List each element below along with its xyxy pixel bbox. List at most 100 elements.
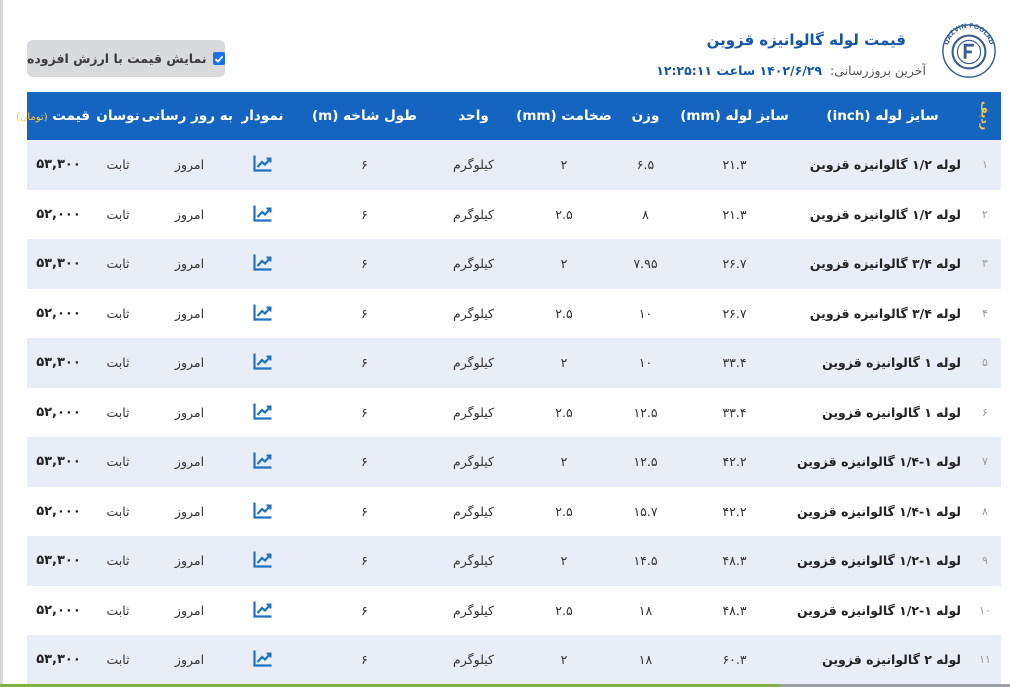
fluctuation-cell: ثابت [106, 652, 130, 668]
weight-cell: ۱۲.۵ [633, 404, 658, 420]
last-update-label: آخرین بروزرسانی: [830, 63, 926, 78]
price-cell: ۵۲,۰۰۰ [36, 206, 81, 222]
chart-line-up-icon[interactable] [252, 550, 273, 568]
row-number-cell: ۶ [982, 405, 988, 419]
updated-cell: امروز [174, 454, 205, 470]
thickness-cell: ۲ [560, 553, 568, 569]
weight-cell: ۸ [642, 206, 649, 222]
table-row: ۸ لوله ۱-۱/۴ گالوانیزه قزوین ۴۲.۲ ۱۵.۷ ۲.۵ کی… [27, 486, 1001, 537]
chart-button-cell[interactable] [233, 635, 292, 685]
chart-button-cell[interactable] [233, 289, 292, 339]
table-header-row: ردیف سایز لوله (inch) سایز لوله (mm) وزن… [16, 92, 1001, 140]
weight-cell: ۱۰ [638, 355, 653, 371]
chart-button-cell[interactable] [233, 239, 292, 289]
chart-button-cell[interactable] [233, 140, 292, 190]
size-mm-cell: ۳۳.۴ [722, 404, 747, 420]
length-cell: ۶ [361, 553, 368, 569]
price-cell: ۵۳,۳۰۰ [36, 553, 81, 569]
last-update-value: ۱۴۰۲/۶/۲۹ ساعت ۱۲:۲۵:۱۱ [656, 63, 823, 78]
chart-line-up-icon[interactable] [252, 253, 273, 271]
size-mm-cell: ۴۲.۲ [722, 454, 747, 470]
row-number-cell: ۸ [982, 504, 988, 518]
thickness-cell: ۲ [560, 256, 568, 272]
chart-line-up-icon[interactable] [252, 204, 273, 222]
chart-line-up-icon[interactable] [252, 451, 273, 469]
chart-button-cell[interactable] [233, 536, 292, 586]
table-row: ۱۱ لوله ۲ گالوانیزه قزوین ۶۰.۳ ۱۸ ۲ کیلوگرم ۶ ا… [27, 635, 1001, 685]
chart-line-up-icon[interactable] [252, 501, 273, 519]
length-cell: ۶ [361, 454, 368, 470]
unit-cell: کیلوگرم [453, 404, 494, 420]
chart-button-cell[interactable] [233, 586, 292, 636]
chart-line-up-icon[interactable] [252, 402, 273, 420]
row-number-cell: ۳ [982, 257, 988, 271]
fluctuation-cell: ثابت [106, 553, 130, 569]
updated-cell: امروز [174, 553, 205, 569]
vat-toggle-label: نمایش قیمت با ارزش افزوده [27, 51, 207, 66]
unit-cell: کیلوگرم [453, 454, 494, 470]
product-name-cell: لوله ۱/۲ گالوانیزه قزوین [809, 157, 961, 173]
chart-button-cell[interactable] [233, 388, 292, 438]
header-size-inch: سایز لوله (inch) [826, 108, 939, 124]
length-cell: ۶ [361, 256, 368, 272]
row-number-cell: ۵ [982, 356, 988, 370]
updated-cell: امروز [174, 503, 205, 519]
updated-cell: امروز [174, 602, 205, 618]
header-length: طول شاخه (m) [312, 108, 417, 124]
chart-line-up-icon[interactable] [252, 600, 273, 618]
fluctuation-cell: ثابت [106, 503, 130, 519]
price-table: ردیف سایز لوله (inch) سایز لوله (mm) وزن… [16, 92, 1001, 685]
header-price-label: قیمت [52, 108, 90, 124]
row-number-cell: ۱ [982, 158, 988, 172]
chart-line-up-icon[interactable] [252, 649, 273, 667]
table-row: ۷ لوله ۱-۱/۴ گالوانیزه قزوین ۴۲.۲ ۱۲.۵ ۲ کیلو… [27, 437, 1001, 487]
table-row: ۶ لوله ۱ گالوانیزه قزوین ۳۳.۴ ۱۲.۵ ۲.۵ کیلوگر… [27, 387, 1001, 438]
thickness-cell: ۲.۵ [555, 602, 573, 618]
thickness-cell: ۲.۵ [555, 404, 573, 420]
fluctuation-cell: ثابت [106, 305, 130, 321]
weight-cell: ۱۸ [638, 602, 653, 618]
product-name-cell: لوله ۲ گالوانیزه قزوین [822, 652, 961, 668]
thickness-cell: ۲.۵ [555, 503, 573, 519]
table-row: ۴ لوله ۳/۴ گالوانیزه قزوین ۲۶.۷ ۱۰ ۲.۵ کیلوگر… [27, 288, 1001, 339]
product-name-cell: لوله ۳/۴ گالوانیزه قزوین [809, 256, 961, 272]
size-mm-cell: ۲۶.۷ [722, 256, 747, 272]
fluctuation-cell: ثابت [106, 454, 130, 470]
fluctuation-cell: ثابت [106, 404, 130, 420]
price-cell: ۵۳,۳۰۰ [36, 157, 81, 173]
chart-line-up-icon[interactable] [252, 154, 273, 172]
chart-button-cell[interactable] [233, 338, 292, 388]
size-mm-cell: ۲۱.۳ [722, 157, 747, 173]
chart-button-cell[interactable] [233, 437, 292, 487]
unit-cell: کیلوگرم [453, 256, 494, 272]
size-mm-cell: ۶۰.۳ [722, 652, 747, 668]
fluctuation-cell: ثابت [106, 256, 130, 272]
page-edge [0, 0, 3, 687]
header-size-mm: سایز لوله (mm) [680, 108, 789, 124]
size-mm-cell: ۳۳.۴ [722, 355, 747, 371]
updated-cell: امروز [174, 404, 205, 420]
chart-line-up-icon[interactable] [252, 303, 273, 321]
checkbox-checked-icon[interactable] [212, 52, 225, 65]
thickness-cell: ۲.۵ [555, 305, 573, 321]
chart-button-cell[interactable] [233, 487, 292, 537]
fluctuation-cell: ثابت [106, 602, 130, 618]
thickness-cell: ۲ [560, 454, 568, 470]
unit-cell: کیلوگرم [453, 157, 494, 173]
row-number-cell: ۷ [982, 455, 988, 469]
table-row: ۹ لوله ۱-۱/۲ گالوانیزه قزوین ۴۸.۳ ۱۴.۵ ۲ کیلو… [27, 536, 1001, 586]
unit-cell: کیلوگرم [453, 602, 494, 618]
fluctuation-cell: ثابت [106, 157, 130, 173]
chart-button-cell[interactable] [233, 190, 292, 240]
header-thickness: ضخامت (mm) [516, 108, 612, 124]
header-price-unit: (تومان) [16, 112, 48, 123]
table-row: ۳ لوله ۳/۴ گالوانیزه قزوین ۲۶.۷ ۷.۹۵ ۲ کیلوگر… [27, 239, 1001, 289]
price-cell: ۵۲,۰۰۰ [36, 602, 81, 618]
vat-price-toggle[interactable]: نمایش قیمت با ارزش افزوده [27, 40, 225, 77]
header-updated: به روز رسانی [141, 108, 233, 124]
header-price: قیمت (تومان) [16, 92, 90, 140]
weight-cell: ۶.۵ [636, 157, 655, 173]
weight-cell: ۱۴.۵ [633, 553, 658, 569]
size-mm-cell: ۲۱.۳ [722, 206, 747, 222]
chart-line-up-icon[interactable] [252, 352, 273, 370]
